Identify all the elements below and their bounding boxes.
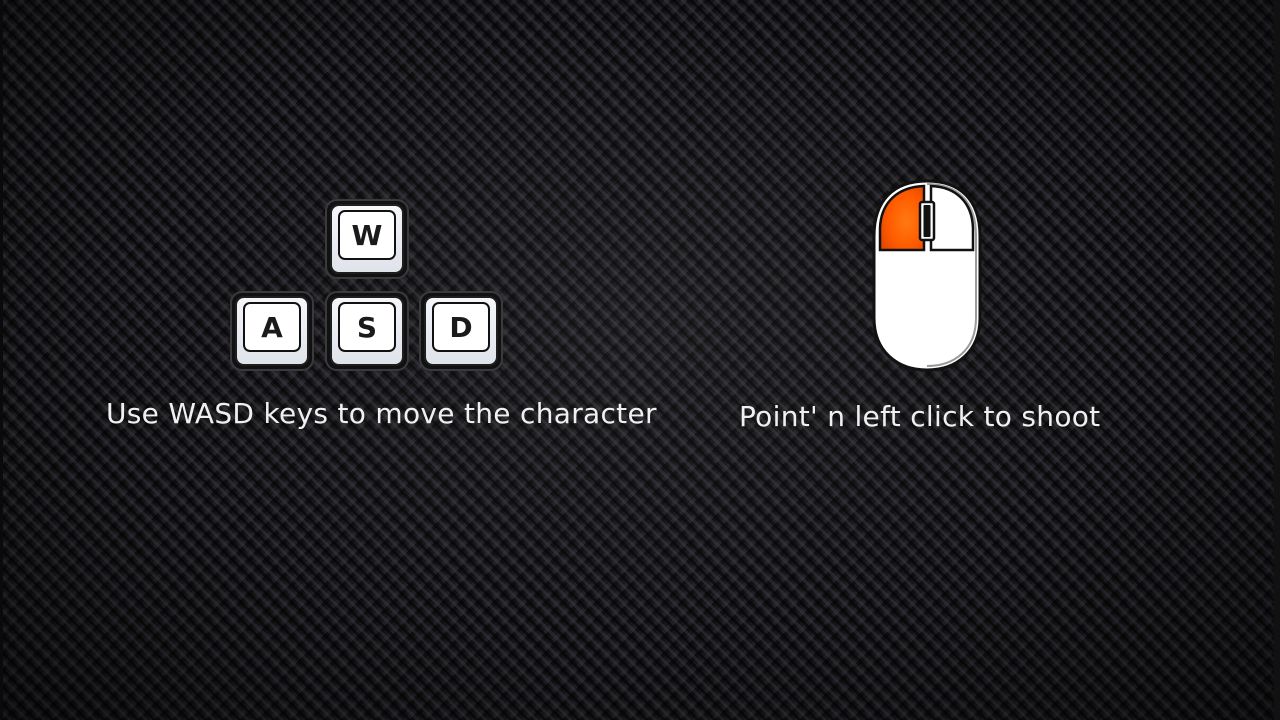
w-key-icon: W	[325, 199, 409, 279]
d-key-icon: D	[419, 291, 503, 371]
d-key-label: D	[432, 302, 490, 352]
a-key-label: A	[243, 302, 301, 352]
shoot-caption: Point' n left click to shoot	[739, 400, 1101, 433]
w-key-label: W	[338, 210, 396, 260]
frame-edge-right	[1274, 0, 1280, 720]
mouse-icon	[872, 179, 982, 372]
s-key-label: S	[338, 302, 396, 352]
controls-screen: W A S D Use WASD keys to move the charac…	[0, 0, 1280, 720]
movement-caption: Use WASD keys to move the character	[106, 397, 657, 430]
frame-edge-left	[0, 0, 3, 720]
s-key-icon: S	[325, 291, 409, 371]
a-key-icon: A	[230, 291, 314, 371]
